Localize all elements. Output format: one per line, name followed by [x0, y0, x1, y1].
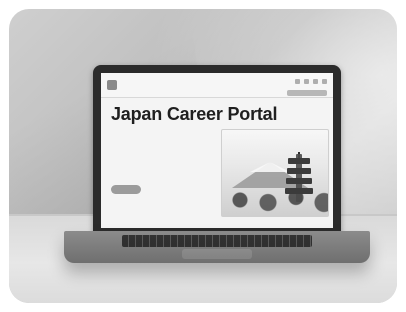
header-dot-icon[interactable]: [322, 79, 327, 84]
hero-image: [221, 129, 329, 217]
nav-item-3[interactable]: [127, 90, 131, 96]
hero-button[interactable]: [111, 185, 141, 194]
pagoda-tier: [286, 178, 312, 184]
pagoda-tier: [285, 188, 313, 194]
header-dot-icon[interactable]: [313, 79, 318, 84]
laptop-screen: Japan Career Portal: [101, 73, 333, 228]
nav-item-4[interactable]: [137, 90, 141, 96]
nav-cta-button[interactable]: [287, 90, 327, 96]
nav-item-6[interactable]: [157, 90, 161, 96]
nav-item-5[interactable]: [147, 90, 151, 96]
laptop-lid: Japan Career Portal: [93, 65, 341, 235]
laptop-base: [64, 231, 370, 263]
pagoda-tier: [288, 158, 310, 164]
header-dot-icon[interactable]: [295, 79, 300, 84]
nav-item-1[interactable]: [107, 90, 111, 96]
nav-item-2[interactable]: [117, 90, 121, 96]
keyboard: [122, 235, 312, 247]
photo-frame: Japan Career Portal: [0, 0, 406, 312]
hero-title: Japan Career Portal: [111, 104, 278, 124]
header-dot-icon[interactable]: [304, 79, 309, 84]
header-icons: [295, 79, 327, 84]
main-nav: [107, 89, 327, 97]
site-header: [101, 73, 333, 98]
pagoda-illustration: [284, 152, 314, 204]
pagoda-tier: [287, 168, 311, 174]
nav-item-7[interactable]: [167, 90, 171, 96]
trackpad: [182, 249, 252, 259]
hero-text: [111, 129, 209, 177]
product-photo: Japan Career Portal: [9, 9, 397, 303]
